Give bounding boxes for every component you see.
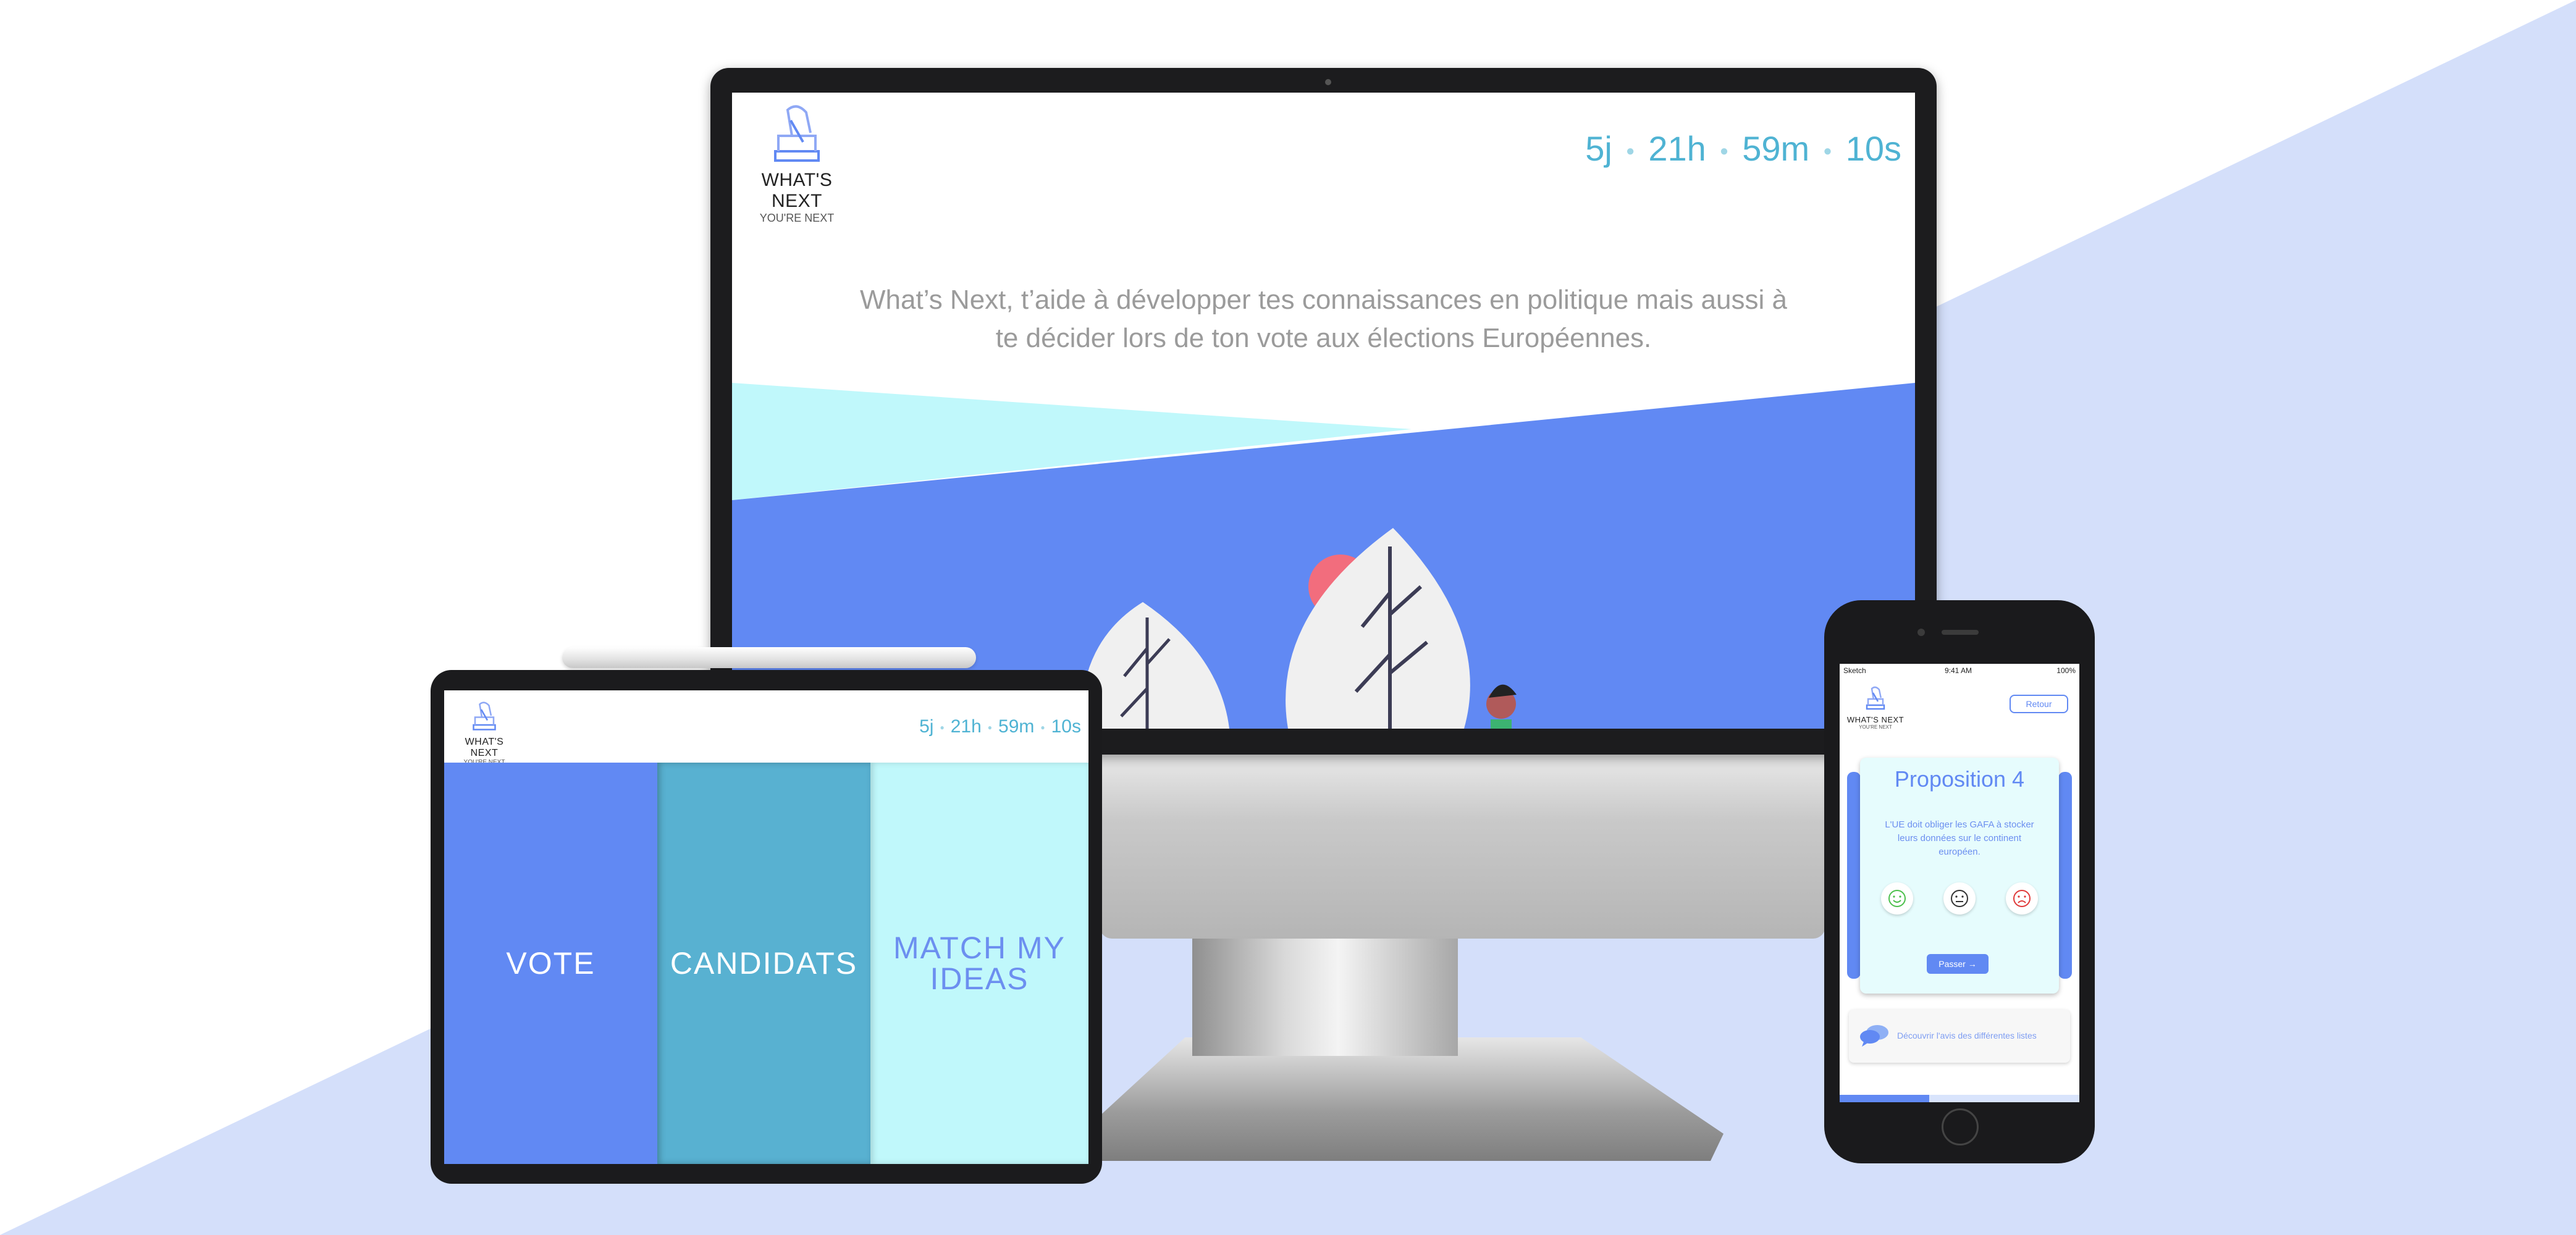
desktop-countdown: 5j ● 21h ● 59m ● 10s <box>1585 128 1901 169</box>
monitor-stand-neck <box>1192 932 1458 1056</box>
match-my-ideas-label: MATCH MY IDEAS <box>893 931 1066 996</box>
countdown-minutes: 59m <box>1742 129 1810 168</box>
candidats-label: CANDIDATS <box>670 946 858 981</box>
progress-fill <box>1840 1095 1929 1102</box>
countdown-separator: ● <box>940 723 945 732</box>
card-stack-left <box>1847 772 1861 979</box>
disagree-button[interactable] <box>2006 882 2038 915</box>
countdown-separator: ● <box>1040 723 1045 732</box>
countdown-seconds: 10s <box>1845 129 1901 168</box>
countdown-days: 5j <box>919 716 934 737</box>
countdown-separator: ● <box>987 723 993 732</box>
logo-title: WHAT'S NEXT <box>1846 715 1905 724</box>
countdown-minutes: 59m <box>998 716 1035 737</box>
proposition-title: Proposition 4 <box>1894 766 2025 792</box>
ballot-box-icon <box>774 105 820 162</box>
monitor-camera <box>1325 79 1331 85</box>
logo-title: WHAT'S NEXT <box>761 170 833 211</box>
phone-speaker <box>1942 630 1979 635</box>
home-button[interactable] <box>1942 1108 1979 1145</box>
carrier-label: Sketch <box>1843 666 1866 675</box>
countdown-days: 5j <box>1585 129 1612 168</box>
vote-panel[interactable]: VOTE <box>444 763 657 1164</box>
chat-bubbles-icon <box>1860 1025 1888 1047</box>
countdown-separator: ● <box>1823 143 1832 160</box>
match-my-ideas-panel[interactable]: MATCH MY IDEAS <box>870 763 1088 1164</box>
neutral-button[interactable] <box>1943 882 1976 915</box>
logo-subtitle: YOU'RE NEXT <box>1859 724 1892 730</box>
countdown-seconds: 10s <box>1051 716 1081 737</box>
proposition-card: Proposition 4 L'UE doit obliger les GAFA… <box>1860 758 2059 994</box>
tablet-countdown: 5j ● 21h ● 59m ● 10s <box>919 716 1081 737</box>
desktop-screen: WHAT'S NEXT YOU'RE NEXT 5j ● 21h ● 59m ● 10s W… <box>732 93 1915 729</box>
happy-face-icon <box>1888 890 1906 907</box>
tagline-line-2: te décider lors de ton vote aux élection… <box>995 323 1652 353</box>
card-stack-right <box>2058 772 2072 979</box>
proposition-text: L'UE doit obliger les GAFA à stocker leu… <box>1885 819 2034 857</box>
desktop-tagline: What’s Next, t’aide à développer tes con… <box>732 281 1915 358</box>
monitor-chin <box>1100 741 1825 939</box>
back-button[interactable]: Retour <box>2010 695 2068 713</box>
tagline-line-1: What’s Next, t’aide à développer tes con… <box>860 285 1787 315</box>
skip-button[interactable]: Passer → <box>1927 954 1989 974</box>
desktop-logo[interactable]: WHAT'S NEXT YOU'RE NEXT <box>738 99 856 225</box>
ballot-box-icon <box>1866 686 1885 710</box>
stylus <box>562 647 976 668</box>
phone-camera <box>1917 629 1925 636</box>
ballot-box-icon <box>473 701 496 731</box>
neutral-face-icon <box>1951 890 1968 907</box>
vote-label: VOTE <box>506 946 596 981</box>
logo-subtitle: YOU'RE NEXT <box>759 212 835 224</box>
phone-screen: Sketch 9:41 AM 100% WHAT'S NEXT YOU'RE N… <box>1840 664 2079 1102</box>
status-time: 9:41 AM <box>1945 666 1972 675</box>
tablet-header: WHAT'S NEXT YOU'RE NEXT 5j ● 21h ● 59m ● 10s <box>444 690 1088 766</box>
agree-button[interactable] <box>1881 882 1913 915</box>
countdown-hours: 21h <box>1648 129 1706 168</box>
countdown-separator: ● <box>1625 143 1635 160</box>
countdown-separator: ● <box>1719 143 1729 160</box>
phone-logo[interactable]: WHAT'S NEXT YOU'RE NEXT <box>1845 684 1906 730</box>
logo-title: WHAT'S NEXT <box>465 737 504 758</box>
tablet-screen: WHAT'S NEXT YOU'RE NEXT 5j ● 21h ● 59m ● 10s V… <box>444 690 1088 1164</box>
lists-opinion-text: Découvrir l'avis des différentes listes <box>1897 1031 2037 1040</box>
countdown-hours: 21h <box>950 716 982 737</box>
candidats-panel[interactable]: CANDIDATS <box>657 763 870 1164</box>
sad-face-icon <box>2013 890 2031 907</box>
lists-opinion-link[interactable]: Découvrir l'avis des différentes listes <box>1849 1010 2070 1063</box>
status-bar: Sketch 9:41 AM 100% <box>1840 664 2079 677</box>
tablet-logo[interactable]: WHAT'S NEXT YOU'RE NEXT <box>450 698 518 766</box>
battery-level: 100% <box>2056 666 2076 675</box>
